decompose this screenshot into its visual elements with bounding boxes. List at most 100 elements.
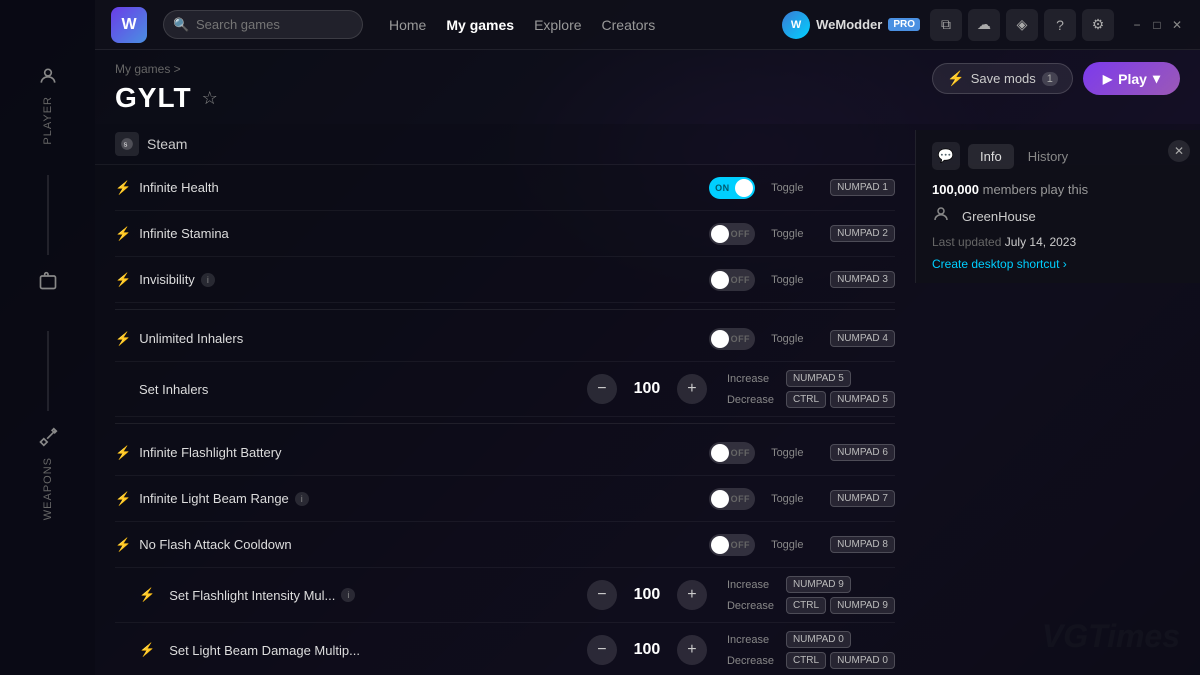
logo[interactable]: W	[111, 7, 147, 43]
light-beam-damage-value-control: − 100 +	[587, 635, 707, 665]
settings-icon-btn[interactable]: ⚙	[1082, 9, 1114, 41]
save-mods-button[interactable]: ⚡ Save mods 1	[932, 63, 1073, 94]
kb-key-numpad0[interactable]: NUMPAD 0	[786, 631, 851, 648]
chat-icon-button[interactable]: 💬	[932, 142, 960, 170]
kb-label-toggle-3: Toggle	[771, 274, 826, 286]
sidebar-player-label: Player	[42, 96, 54, 145]
update-text: Last updated July 14, 2023	[932, 235, 1184, 249]
author-avatar-icon	[932, 205, 954, 227]
kb-key-numpad5-dec[interactable]: NUMPAD 5	[830, 391, 895, 408]
mod-lightning-icon-9: ⚡	[139, 642, 155, 658]
kb-key-numpad8[interactable]: NUMPAD 8	[830, 536, 895, 553]
flashlight-intensity-increase-button[interactable]: +	[677, 580, 707, 610]
header-actions: ⚡ Save mods 1 ▶ Play ▾	[932, 62, 1180, 95]
mod-lightning-icon-1: ⚡	[115, 180, 131, 196]
toggle-flashlight-battery[interactable]: OFF	[709, 442, 755, 464]
flashlight-intensity-decrease-button[interactable]: −	[587, 580, 617, 610]
inhalers-increase-button[interactable]: +	[677, 374, 707, 404]
sidebar-divider-1	[47, 175, 49, 255]
sidebar-weapons-label: Weapons	[42, 457, 54, 520]
sidebar-weapons-icon[interactable]	[32, 421, 64, 453]
kb-key-numpad0-dec[interactable]: NUMPAD 0	[830, 652, 895, 669]
sidebar-player-icon[interactable]	[32, 60, 64, 92]
search-input[interactable]	[163, 10, 363, 39]
window-buttons: − □ ✕	[1130, 18, 1184, 32]
toggle-infinite-stamina[interactable]: OFF	[709, 223, 755, 245]
toggle-infinite-health[interactable]: ON	[709, 177, 755, 199]
user-area: W WeModder PRO ⧉ ☁ ◈ ? ⚙ − □ ✕	[782, 9, 1184, 41]
keybind-row-toggle-8: Toggle NUMPAD 8	[771, 536, 895, 553]
shortcut-label: Create desktop shortcut ›	[932, 257, 1067, 271]
keybind-row-increase-inhalers: Increase NUMPAD 5	[727, 370, 895, 387]
game-title: GYLT	[115, 82, 192, 114]
kb-label-toggle-1: Toggle	[771, 182, 826, 194]
kb-key-numpad1[interactable]: NUMPAD 1	[830, 179, 895, 196]
light-beam-damage-increase-button[interactable]: +	[677, 635, 707, 665]
cloud-icon-btn[interactable]: ☁	[968, 9, 1000, 41]
nav-links: Home My games Explore Creators	[389, 13, 655, 37]
kb-key-numpad6[interactable]: NUMPAD 6	[830, 444, 895, 461]
info-panel-close-button[interactable]: ✕	[1168, 140, 1190, 162]
toggle-invisibility[interactable]: OFF	[709, 269, 755, 291]
play-icon: ▶	[1103, 72, 1112, 86]
kb-key-ctrl-lbd[interactable]: CTRL	[786, 652, 826, 669]
kb-key-numpad5[interactable]: NUMPAD 5	[786, 370, 851, 387]
kb-key-ctrl-fl[interactable]: CTRL	[786, 597, 826, 614]
light-beam-damage-decrease-button[interactable]: −	[587, 635, 617, 665]
nav-explore[interactable]: Explore	[534, 13, 581, 37]
player-section: ⚡ Infinite Health ON Toggle NUMPAD 1	[115, 165, 895, 303]
inhalers-decrease-button[interactable]: −	[587, 374, 617, 404]
info-dot-flashlight-intensity[interactable]: i	[341, 588, 355, 602]
mod-row-light-beam-range: ⚡ Infinite Light Beam Range i OFF Toggle…	[115, 476, 895, 522]
kb-key-ctrl-inhalers[interactable]: CTRL	[786, 391, 826, 408]
svg-text:S: S	[124, 142, 128, 148]
topbar: W 🔍 Home My games Explore Creators W WeM…	[95, 0, 1200, 50]
info-tabs: 💬 Info History	[932, 142, 1184, 170]
nav-mygames[interactable]: My games	[446, 13, 514, 37]
play-button[interactable]: ▶ Play ▾	[1083, 62, 1180, 95]
sidebar-player-group: Player	[32, 60, 64, 145]
author-row: GreenHouse	[932, 205, 1184, 227]
tab-history[interactable]: History	[1016, 144, 1080, 169]
kb-key-numpad7[interactable]: NUMPAD 7	[830, 490, 895, 507]
left-sidebar: Player Weapons	[0, 0, 95, 675]
close-button[interactable]: ✕	[1170, 18, 1184, 32]
desktop-shortcut-link[interactable]: Create desktop shortcut ›	[932, 257, 1184, 271]
keybind-row-decrease-fl: Decrease CTRL NUMPAD 9	[727, 597, 895, 614]
nav-creators[interactable]: Creators	[602, 13, 656, 37]
info-dot-light-beam[interactable]: i	[295, 492, 309, 506]
mod-name-invisibility: Invisibility i	[139, 272, 709, 287]
kb-key-numpad9[interactable]: NUMPAD 9	[786, 576, 851, 593]
keybind-invisibility: Toggle NUMPAD 3	[771, 271, 895, 288]
keybind-row-toggle-6: Toggle NUMPAD 6	[771, 444, 895, 461]
kb-key-numpad9-dec[interactable]: NUMPAD 9	[830, 597, 895, 614]
sidebar-inventory-icon[interactable]	[32, 265, 64, 297]
members-count: 100,000	[932, 182, 979, 197]
favorite-icon[interactable]: ☆	[202, 88, 218, 109]
tab-info[interactable]: Info	[968, 144, 1014, 169]
play-chevron-icon: ▾	[1153, 70, 1160, 87]
mod-lightning-icon-7: ⚡	[115, 537, 131, 553]
set-flashlight-intensity-label: ⚡ Set Flashlight Intensity Mul... i	[139, 587, 577, 603]
minimize-button[interactable]: −	[1130, 18, 1144, 32]
kb-key-numpad2[interactable]: NUMPAD 2	[830, 225, 895, 242]
toggle-light-beam-range[interactable]: OFF	[709, 488, 755, 510]
toggle-no-flash-cooldown[interactable]: OFF	[709, 534, 755, 556]
set-light-beam-damage-label: ⚡ Set Light Beam Damage Multip...	[139, 642, 577, 658]
discord-icon-btn[interactable]: ◈	[1006, 9, 1038, 41]
mod-name-infinite-stamina: Infinite Stamina	[139, 226, 709, 241]
kb-label-toggle-2: Toggle	[771, 228, 826, 240]
mod-row-unlimited-inhalers: ⚡ Unlimited Inhalers OFF Toggle NUMPAD 4	[115, 316, 895, 362]
keybind-row-decrease-lbd: Decrease CTRL NUMPAD 0	[727, 652, 895, 669]
main-content: W 🔍 Home My games Explore Creators W WeM…	[95, 0, 1200, 675]
maximize-button[interactable]: □	[1150, 18, 1164, 32]
kb-key-numpad4[interactable]: NUMPAD 4	[830, 330, 895, 347]
toggle-unlimited-inhalers[interactable]: OFF	[709, 328, 755, 350]
game-header: My games > GYLT ☆ ⚡ Save mods 1 ▶ Play ▾	[95, 50, 1200, 124]
help-icon-btn[interactable]: ?	[1044, 9, 1076, 41]
nav-home[interactable]: Home	[389, 13, 426, 37]
inhalers-value-control: − 100 +	[587, 374, 707, 404]
copy-icon-btn[interactable]: ⧉	[930, 9, 962, 41]
info-dot-invisibility[interactable]: i	[201, 273, 215, 287]
kb-key-numpad3[interactable]: NUMPAD 3	[830, 271, 895, 288]
